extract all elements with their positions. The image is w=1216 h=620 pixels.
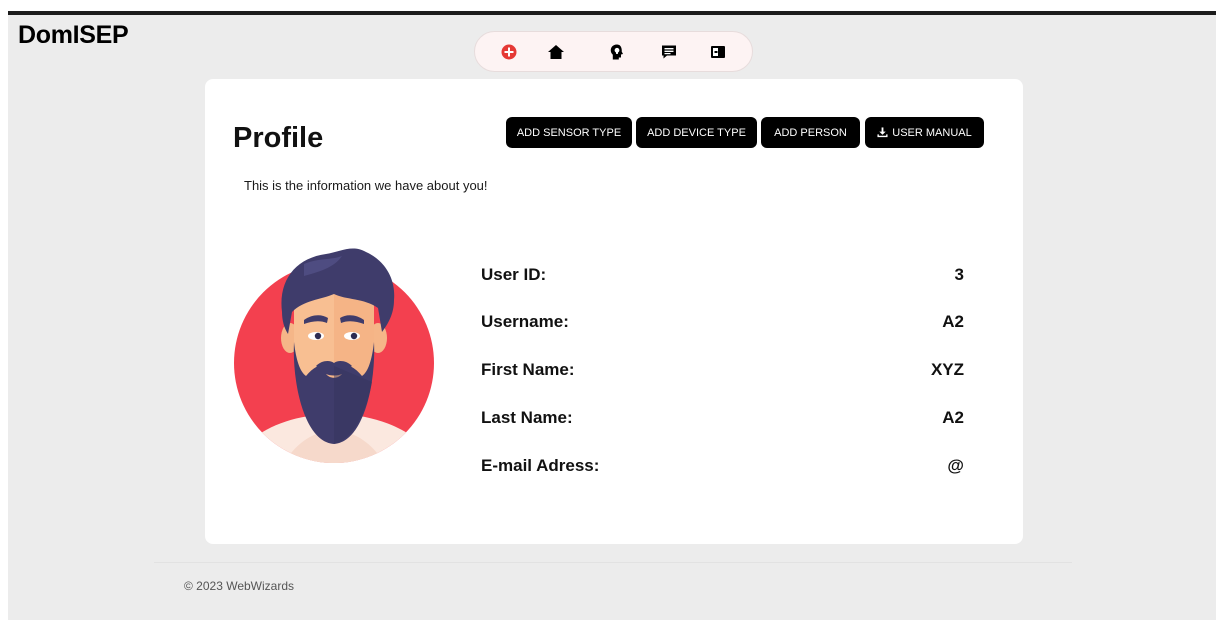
nav-logout-button[interactable] [708, 42, 728, 62]
profile-subtitle: This is the information we have about yo… [244, 178, 488, 193]
page-title: Profile [233, 122, 324, 154]
main-nav [474, 31, 753, 72]
first-name-value: XYZ [930, 360, 964, 379]
message-icon [662, 45, 676, 59]
home-icon [548, 45, 564, 59]
add-person-button[interactable]: ADD PERSON [761, 117, 860, 148]
add-sensor-type-label: ADD SENSOR TYPE [516, 126, 622, 139]
first-name-label: First Name: [481, 360, 575, 379]
add-sensor-type-button[interactable]: ADD SENSOR TYPE [506, 117, 632, 148]
footer-divider [154, 562, 1072, 563]
download-icon [877, 127, 888, 138]
username-value: A2 [942, 312, 964, 331]
last-name-value: A2 [942, 408, 964, 427]
add-person-label: ADD PERSON [774, 126, 847, 139]
username-label: Username: [481, 312, 569, 331]
footer-copyright: © 2023 WebWizards [184, 579, 294, 593]
email-label: E-mail Adress: [481, 456, 600, 475]
brand-logo[interactable]: DomISEP [18, 21, 129, 50]
nav-add-button[interactable] [499, 42, 519, 62]
nav-home-button[interactable] [546, 42, 566, 62]
user-manual-label: USER MANUAL [892, 126, 972, 139]
logout-icon [711, 46, 725, 58]
user-id-label: User ID: [481, 265, 547, 284]
head-lightbulb-icon [610, 44, 623, 60]
user-manual-button[interactable]: USER MANUAL [865, 117, 984, 148]
last-name-label: Last Name: [481, 408, 573, 427]
add-device-type-label: ADD DEVICE TYPE [647, 126, 746, 139]
user-avatar [234, 248, 434, 463]
user-id-value: 3 [954, 265, 964, 284]
nav-messages-button[interactable] [659, 42, 679, 62]
nav-ideas-button[interactable] [607, 42, 627, 62]
add-device-type-button[interactable]: ADD DEVICE TYPE [636, 117, 757, 148]
plus-circle-icon [501, 44, 517, 60]
email-value: @ [947, 456, 964, 475]
